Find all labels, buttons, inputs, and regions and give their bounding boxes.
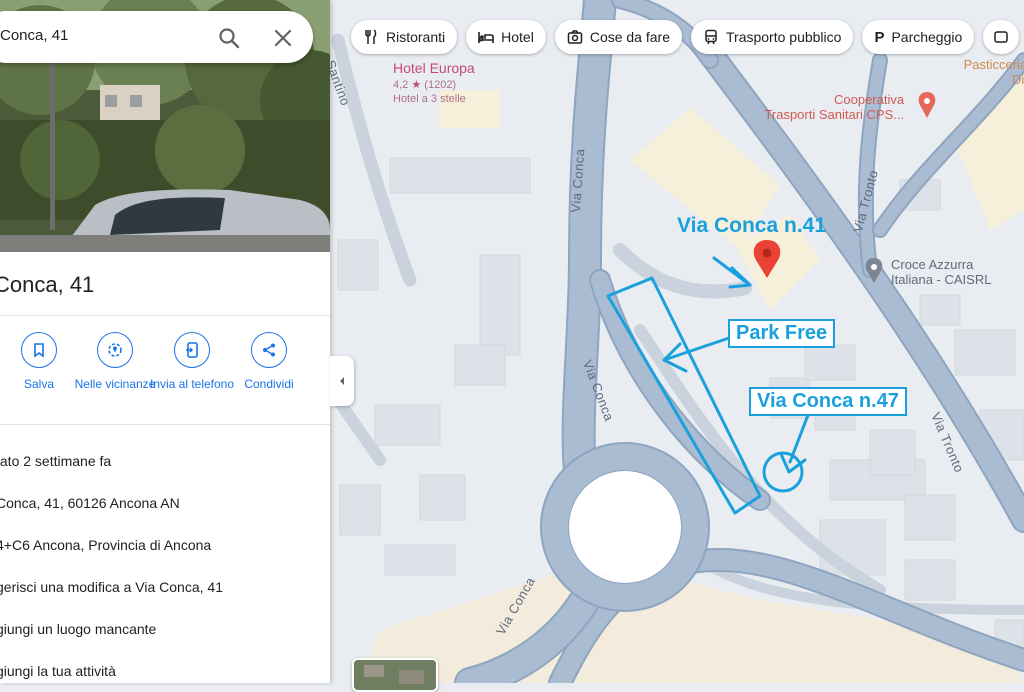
info-add-business[interactable]: giungi la tua attività [0,663,116,679]
croce-line-1: Croce Azzurra [891,257,974,272]
more-chips-icon [994,31,1009,43]
chip-restaurants[interactable]: Ristoranti [351,20,458,54]
chip-label: Cose da fare [589,29,670,45]
satellite-layer-icon [354,660,436,690]
chip-hotel[interactable]: Hotel [466,20,546,54]
chip-label: Ristoranti [386,29,446,45]
collapse-panel-button[interactable] [330,356,354,406]
croce-azzurra-label[interactable]: Croce Azzurra Italiana - CAISRL [891,257,991,287]
category-chips: Ristoranti Hotel Cose da fare Trasporto … [351,20,1020,54]
share-icon [263,343,275,357]
info-updated: tato 2 settimane fa [0,453,112,469]
place-panel: Conca, 41 Conca, 41 Salva Nelle vicinanz… [0,0,330,683]
send-to-phone-icon [186,342,198,358]
search-icon[interactable] [216,25,242,51]
search-input[interactable]: Conca, 41 [0,27,68,44]
chip-more[interactable] [983,20,1020,54]
search-box[interactable]: Conca, 41 [0,11,313,63]
restaurant-icon [365,29,377,44]
pastry-line-2: Di Ces [1012,72,1024,87]
hotel-rating-value: 4,2 [393,79,409,91]
coop-label[interactable]: Cooperativa Trasporti Sanitari CPS... [760,92,904,122]
hotel-europa-label[interactable]: Hotel Europa [393,60,475,76]
chevron-left-icon [340,377,344,385]
info-suggest-edit[interactable]: gerisci una modifica a Via Conca, 41 [0,579,223,595]
pastry-line-1: Pasticceria Gal [963,57,1024,72]
bookmark-icon [34,343,44,358]
coop-line-1: Cooperativa [834,92,905,107]
chip-things-to-do[interactable]: Cose da fare [554,20,682,54]
info-address[interactable]: Conca, 41, 60126 Ancona AN [0,495,180,511]
chip-public-transport[interactable]: Trasporto pubblico [691,20,854,54]
pastry-shop-label[interactable]: Pasticceria Gal Di Ces [934,57,1024,87]
annotation-park-free: Park Free [728,319,836,348]
star-icon: ★ [411,79,422,91]
chip-label: Parcheggio [891,29,963,45]
chip-label: Hotel [501,29,534,45]
nearby-icon [108,343,122,357]
chip-parking[interactable]: P Parcheggio [862,20,975,54]
coop-line-2: Trasporti Sanitari CPS... [764,107,905,122]
annotation-via-conca-47: Via Conca n.47 [749,387,907,416]
hotel-icon [478,32,494,43]
info-plus-code[interactable]: 4+C6 Ancona, Provincia di Ancona [0,537,211,553]
camera-icon [567,30,583,44]
hotel-reviews-count: (1202) [424,79,457,91]
hotel-rating: 4,2 ★ (1202) [393,78,456,91]
croce-line-2: Italiana - CAISRL [891,272,992,287]
parking-icon: P [874,28,885,46]
annotation-via-conca-41: Via Conca n.41 [677,214,827,237]
share-button[interactable]: Condividi [224,332,314,392]
action-label: Condividi [244,377,294,391]
layers-thumbnail[interactable] [352,658,438,692]
close-icon[interactable] [270,25,296,51]
place-title: Conca, 41 [0,272,95,297]
divider [0,315,330,316]
transit-icon [705,29,717,45]
info-add-place[interactable]: giungi un luogo mancante [0,621,156,637]
divider [0,424,330,425]
hotel-type: Hotel a 3 stelle [393,93,466,105]
chip-label: Trasporto pubblico [726,29,842,45]
